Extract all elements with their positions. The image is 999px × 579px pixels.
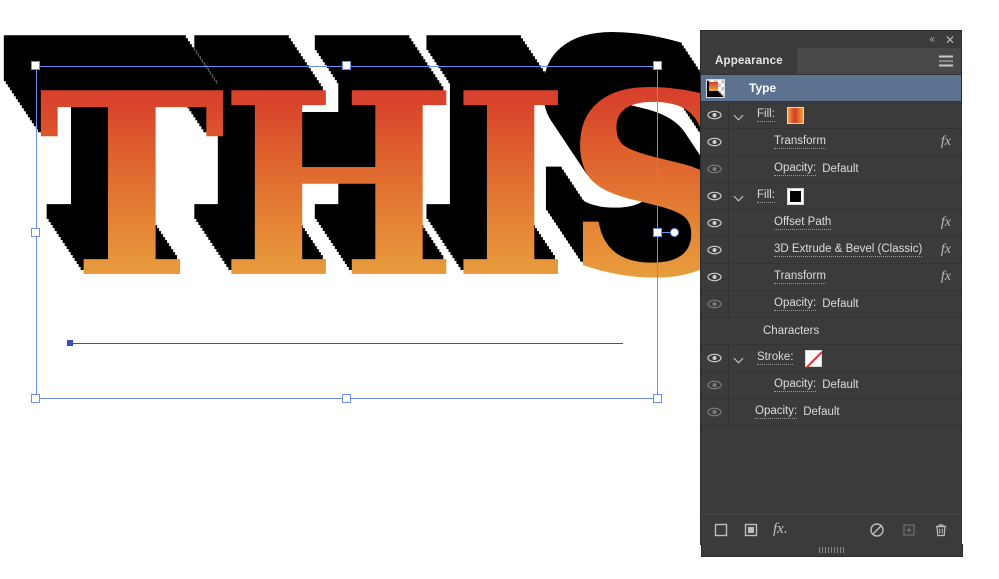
- visibility-toggle-cell[interactable]: [701, 156, 729, 182]
- fx-icon[interactable]: fx: [941, 215, 951, 231]
- row-opacity-value[interactable]: Default: [822, 163, 858, 175]
- row-transform-2[interactable]: Transform fx: [701, 264, 961, 291]
- text-anchor-point[interactable]: [67, 340, 73, 346]
- eye-icon[interactable]: [707, 218, 722, 228]
- eye-icon[interactable]: [707, 272, 722, 282]
- close-panel-icon[interactable]: ✕: [945, 34, 955, 46]
- fill-black-swatch[interactable]: [786, 187, 804, 205]
- eye-icon[interactable]: [707, 380, 722, 390]
- eye-icon[interactable]: [707, 353, 722, 363]
- type-thumbnail-cell: [701, 75, 729, 101]
- row-opacity-label[interactable]: Opacity:: [755, 405, 798, 419]
- row-transform-label[interactable]: Transform: [774, 270, 826, 284]
- fx-icon[interactable]: fx: [941, 242, 951, 258]
- handle-bottom-right[interactable]: [653, 394, 662, 403]
- visibility-toggle-cell[interactable]: [701, 129, 729, 155]
- tab-appearance-label: Appearance: [715, 55, 783, 67]
- tab-appearance[interactable]: Appearance: [701, 48, 797, 74]
- row-opacity-label[interactable]: Opacity:: [774, 378, 817, 392]
- row-opacity-value[interactable]: Default: [822, 379, 858, 391]
- visibility-toggle-cell[interactable]: [701, 399, 729, 425]
- row-opacity-label[interactable]: Opacity:: [774, 162, 817, 176]
- handle-top-center[interactable]: [342, 61, 351, 70]
- row-3d-extrude-label[interactable]: 3D Extrude & Bevel (Classic): [774, 243, 923, 257]
- text-baseline: [70, 343, 623, 344]
- eye-icon[interactable]: [707, 407, 722, 417]
- visibility-toggle-cell[interactable]: [701, 183, 729, 209]
- panel-tabbar: Appearance: [701, 48, 961, 74]
- row-stroke[interactable]: Stroke:: [701, 345, 961, 372]
- appearance-panel: « ✕ Appearance Type Fill: Transform fx O…: [700, 30, 963, 557]
- add-new-fill-icon[interactable]: [743, 522, 759, 538]
- chevron-down-icon[interactable]: [735, 111, 743, 119]
- row-transform-label[interactable]: Transform: [774, 135, 826, 149]
- eye-icon[interactable]: [707, 191, 722, 201]
- artboard-canvas[interactable]: THIS THIS THIS THIS THIS THIS THIS THIS …: [0, 0, 700, 579]
- expand-fill-chevron-cell[interactable]: [729, 111, 749, 119]
- row-fill-label[interactable]: Fill:: [757, 108, 775, 122]
- eye-icon[interactable]: [707, 245, 722, 255]
- appearance-rows-list[interactable]: Type Fill: Transform fx Opacity: Default…: [701, 74, 961, 514]
- row-opacity-fill-2[interactable]: Opacity: Default: [701, 291, 961, 318]
- visibility-toggle-cell[interactable]: [701, 237, 729, 263]
- row-type-label: Type: [749, 81, 777, 95]
- expand-stroke-chevron-cell[interactable]: [729, 354, 749, 362]
- visibility-toggle-cell[interactable]: [701, 210, 729, 236]
- row-offset-path[interactable]: Offset Path fx: [701, 210, 961, 237]
- grip-dots-icon: [819, 547, 845, 553]
- visibility-toggle-cell[interactable]: [701, 291, 729, 317]
- row-stroke-label[interactable]: Stroke:: [757, 351, 794, 365]
- visibility-toggle-cell[interactable]: [701, 372, 729, 398]
- row-characters[interactable]: Characters: [701, 318, 961, 345]
- row-fill-label[interactable]: Fill:: [757, 189, 775, 203]
- fx-icon[interactable]: fx: [941, 134, 951, 150]
- row-transform-1[interactable]: Transform fx: [701, 129, 961, 156]
- row-opacity-label[interactable]: Opacity:: [774, 297, 817, 311]
- duplicate-item-icon[interactable]: [901, 522, 917, 538]
- artwork-thumbnail-icon: [705, 78, 725, 98]
- row-opacity-stroke[interactable]: Opacity: Default: [701, 372, 961, 399]
- rotation-handle[interactable]: [670, 228, 679, 237]
- row-fill-black[interactable]: Fill:: [701, 183, 961, 210]
- fx-icon[interactable]: fx: [941, 269, 951, 285]
- chevron-down-icon[interactable]: [735, 192, 743, 200]
- row-opacity-object[interactable]: Opacity: Default: [701, 399, 961, 426]
- row-fill-gradient[interactable]: Fill:: [701, 102, 961, 129]
- clear-appearance-icon[interactable]: [869, 522, 885, 538]
- fill-gradient-swatch[interactable]: [786, 106, 804, 124]
- visibility-toggle-cell[interactable]: [701, 102, 729, 128]
- handle-bottom-center[interactable]: [342, 394, 351, 403]
- row-offset-path-label[interactable]: Offset Path: [774, 216, 832, 230]
- expand-fill-chevron-cell[interactable]: [729, 192, 749, 200]
- row-type[interactable]: Type: [701, 75, 961, 102]
- visibility-toggle-cell[interactable]: [701, 264, 729, 290]
- eye-icon[interactable]: [707, 164, 722, 174]
- visibility-toggle-cell[interactable]: [701, 345, 729, 371]
- handle-top-left[interactable]: [31, 61, 40, 70]
- row-3d-extrude-bevel[interactable]: 3D Extrude & Bevel (Classic) fx: [701, 237, 961, 264]
- eye-icon[interactable]: [707, 137, 722, 147]
- row-opacity-value[interactable]: Default: [822, 298, 858, 310]
- handle-bottom-left[interactable]: [31, 394, 40, 403]
- trash-icon[interactable]: [933, 522, 949, 538]
- illustrator-window: THIS THIS THIS THIS THIS THIS THIS THIS …: [0, 0, 999, 579]
- handle-middle-right[interactable]: [653, 228, 662, 237]
- row-opacity-fill-1[interactable]: Opacity: Default: [701, 156, 961, 183]
- handle-middle-left[interactable]: [31, 228, 40, 237]
- eye-icon[interactable]: [707, 299, 722, 309]
- collapse-panel-icon[interactable]: «: [929, 34, 935, 45]
- panel-resize-grip[interactable]: [701, 544, 963, 557]
- stroke-none-swatch[interactable]: [805, 349, 823, 367]
- add-new-effect-fx-icon[interactable]: fx.: [773, 522, 788, 537]
- panel-menu-icon[interactable]: [939, 55, 953, 67]
- row-opacity-value[interactable]: Default: [803, 406, 839, 418]
- add-new-stroke-icon[interactable]: [713, 522, 729, 538]
- panel-footer-toolbar: fx.: [701, 514, 961, 544]
- chevron-down-icon[interactable]: [735, 354, 743, 362]
- panel-titlebar: « ✕: [701, 31, 961, 48]
- wordart-face: THIS: [38, 60, 700, 312]
- row-characters-label[interactable]: Characters: [763, 325, 819, 337]
- eye-icon[interactable]: [707, 110, 722, 120]
- handle-top-right[interactable]: [653, 61, 662, 70]
